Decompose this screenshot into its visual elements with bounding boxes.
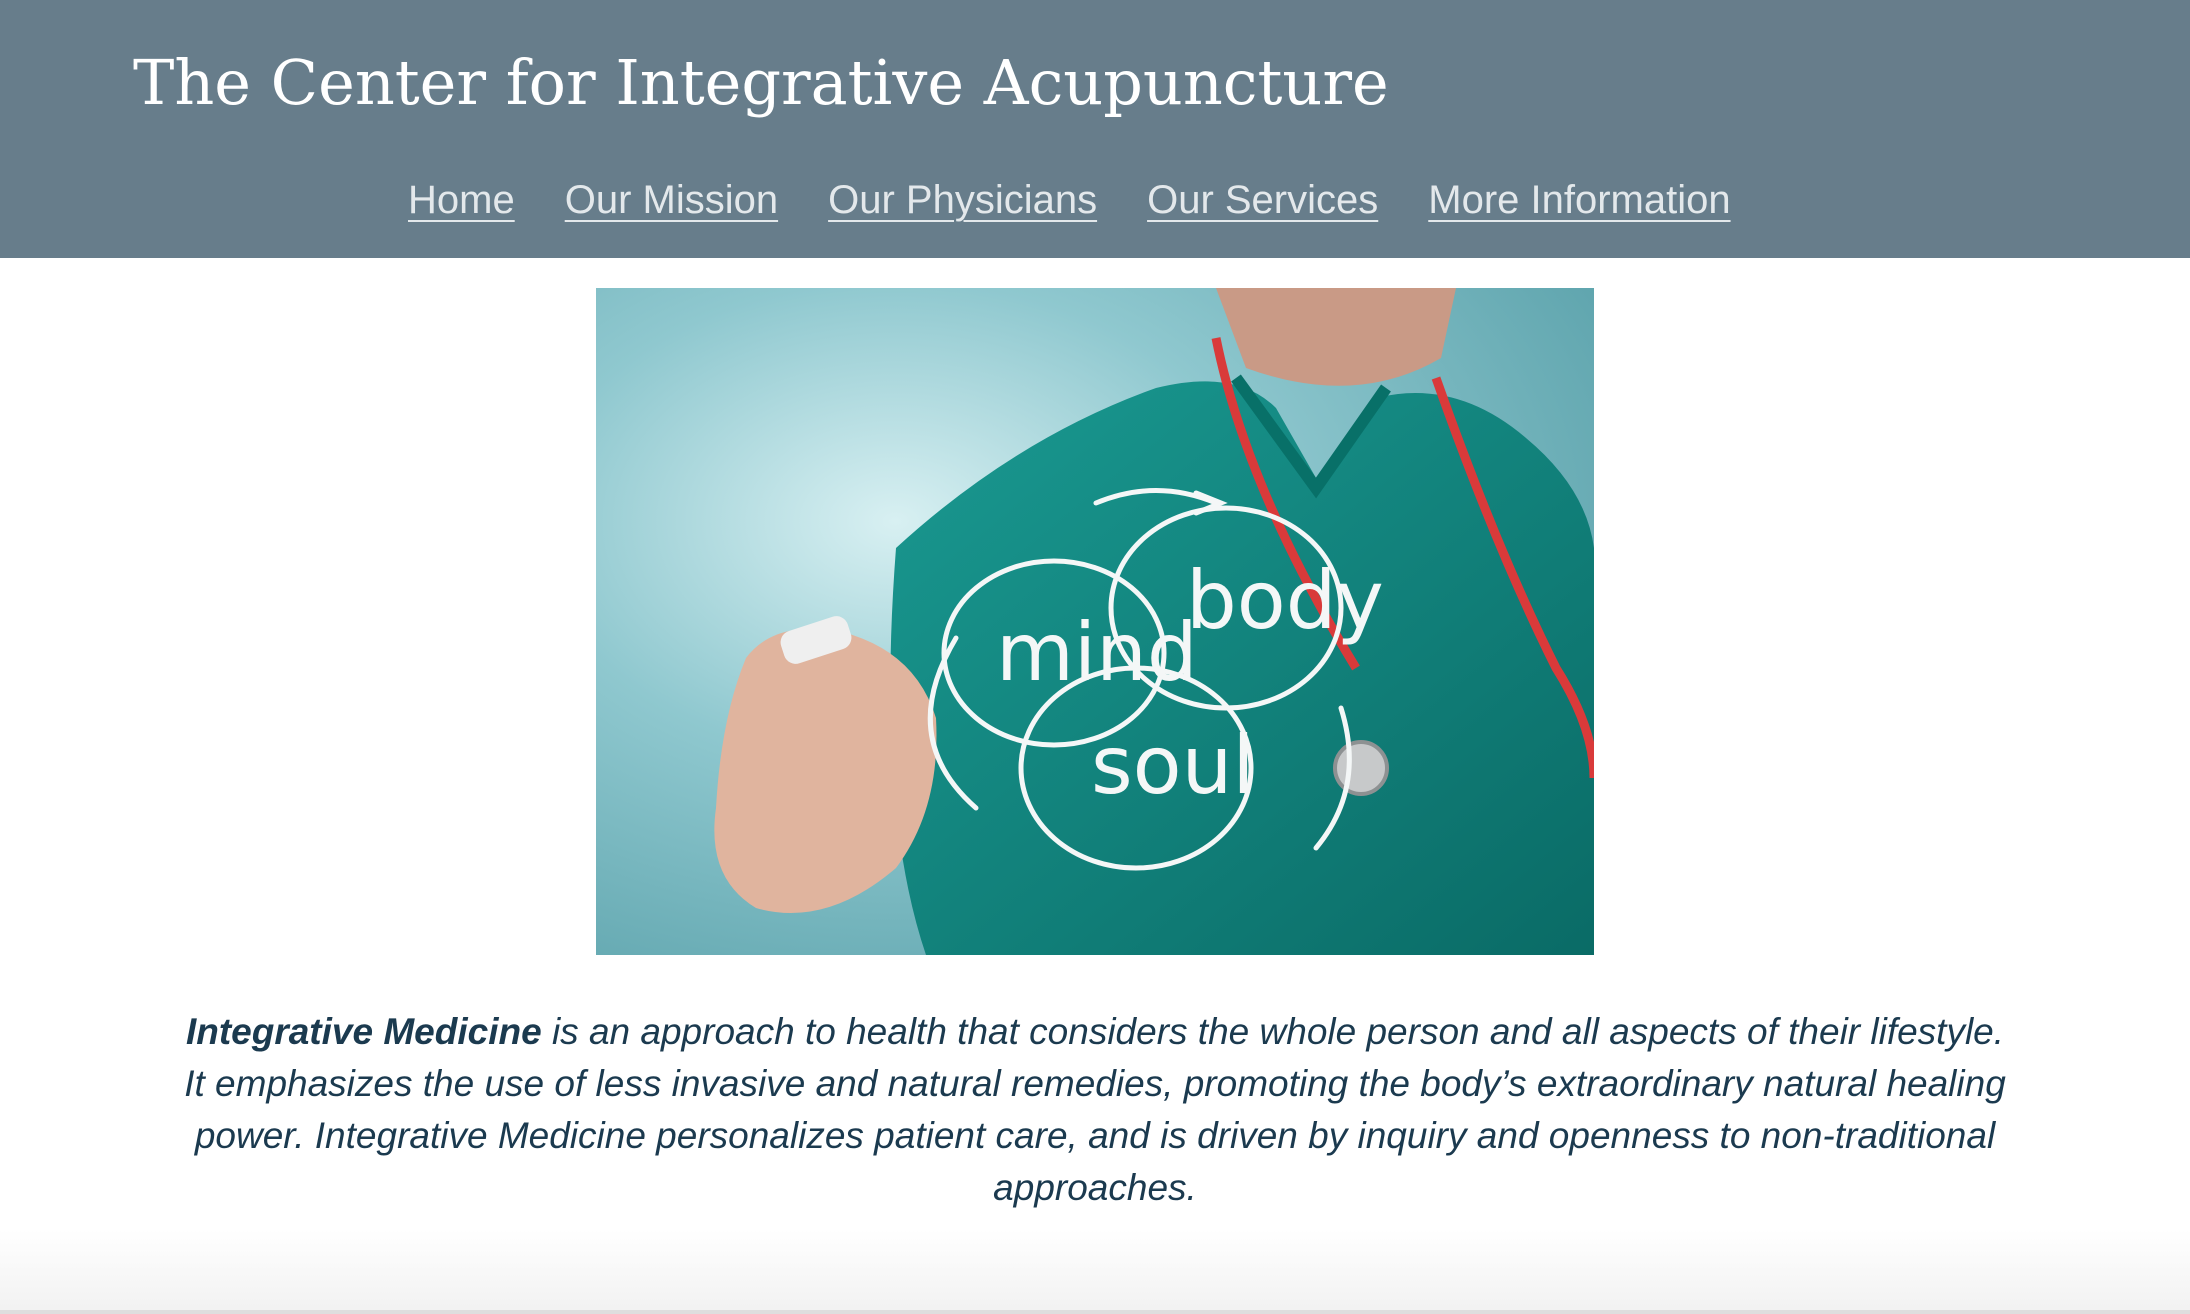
nav-link-more-information[interactable]: More Information xyxy=(1428,170,1730,230)
nav-link-our-services[interactable]: Our Services xyxy=(1147,170,1378,230)
nav-link-our-physicians[interactable]: Our Physicians xyxy=(828,170,1097,230)
site-header: The Center for Integrative Acupuncture H… xyxy=(0,0,2190,258)
stethoscope-chestpiece xyxy=(1333,740,1389,796)
site-title[interactable]: The Center for Integrative Acupuncture xyxy=(133,38,1389,128)
page-bottom-fade xyxy=(0,1230,2190,1314)
main-nav: Home Our Mission Our Physicians Our Serv… xyxy=(408,170,1731,230)
nav-link-home[interactable]: Home xyxy=(408,170,515,230)
hero-image: mind body soul xyxy=(596,288,1594,955)
word-mind: mind xyxy=(996,606,1198,699)
word-body: body xyxy=(1186,554,1384,647)
intro-term: Integrative Medicine xyxy=(185,1011,542,1052)
hero-illustration: mind body soul xyxy=(596,288,1594,955)
intro-paragraph: Integrative Medicine is an approach to h… xyxy=(180,1006,2010,1214)
nav-link-our-mission[interactable]: Our Mission xyxy=(565,170,778,230)
page-bottom-divider xyxy=(0,1310,2190,1314)
word-soul: soul xyxy=(1091,719,1255,812)
